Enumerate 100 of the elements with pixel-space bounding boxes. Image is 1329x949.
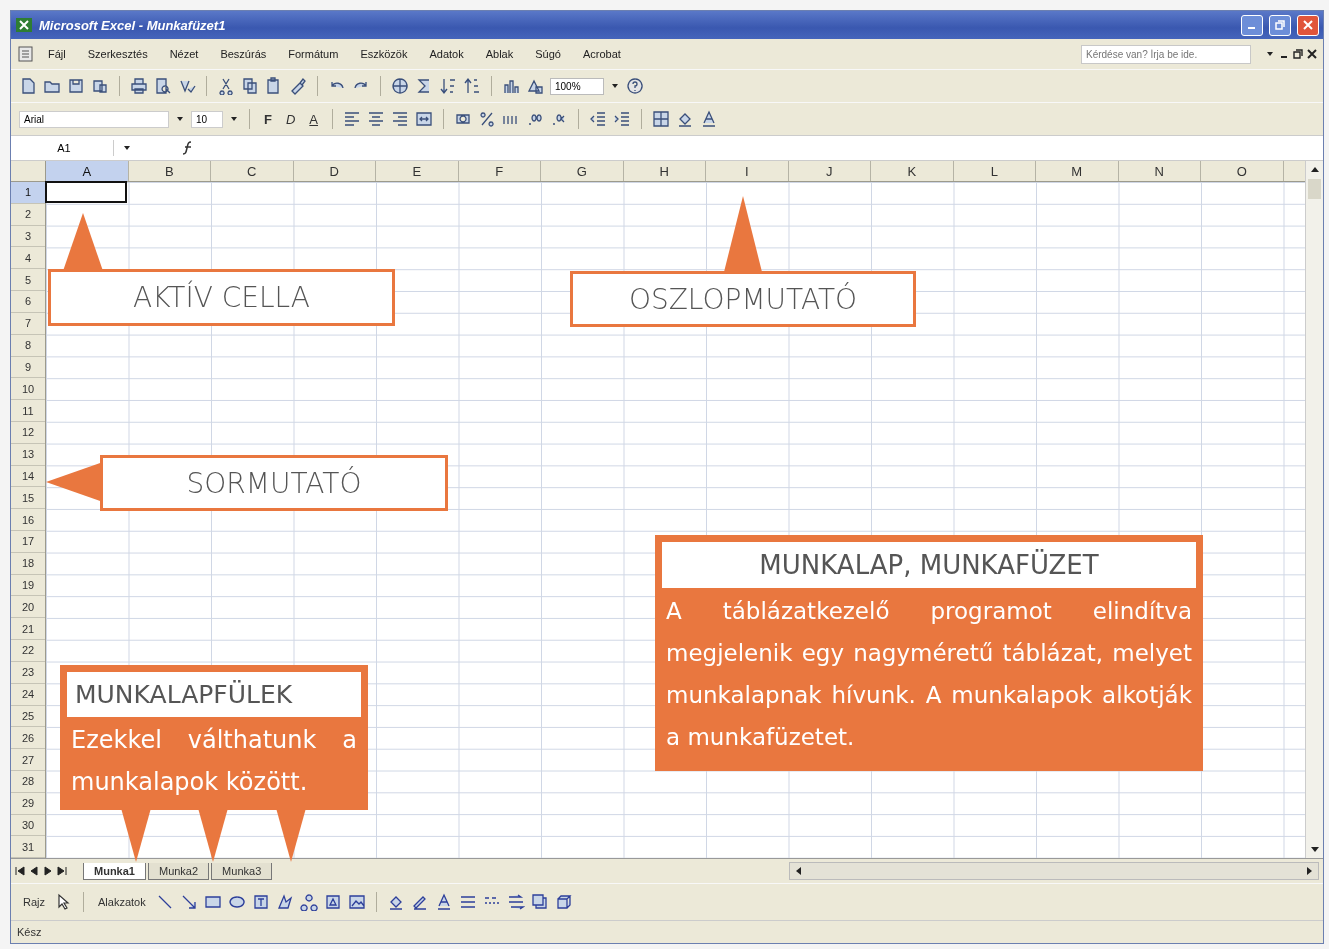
align-center-icon[interactable] <box>367 110 385 128</box>
menu-item[interactable]: Beszúrás <box>211 46 276 62</box>
menu-item[interactable]: Eszközök <box>351 46 417 62</box>
horizontal-scroll-bar[interactable] <box>789 862 1319 880</box>
arrow-style-icon[interactable] <box>506 893 525 911</box>
text-box-icon[interactable] <box>251 893 270 911</box>
row-header[interactable]: 26 <box>11 727 45 750</box>
column-header[interactable]: K <box>871 161 954 181</box>
help-icon[interactable] <box>626 77 644 95</box>
row-header[interactable]: 9 <box>11 356 45 379</box>
font-style-button[interactable]: F <box>260 111 276 127</box>
decrease-indent-icon[interactable] <box>589 110 607 128</box>
merge-cells-icon[interactable] <box>415 110 433 128</box>
brush-icon[interactable] <box>289 77 307 95</box>
menu-item[interactable]: Formátum <box>279 46 348 62</box>
scroll-up-icon[interactable] <box>1309 165 1320 175</box>
clip-art-icon[interactable] <box>323 893 342 911</box>
font-style-button[interactable]: A <box>305 111 322 127</box>
save-icon[interactable] <box>67 77 85 95</box>
column-header[interactable]: H <box>623 161 706 181</box>
menu-item[interactable]: Szerkesztés <box>78 46 157 62</box>
print-icon[interactable] <box>130 77 148 95</box>
row-header[interactable]: 19 <box>11 574 45 597</box>
permission-icon[interactable] <box>91 77 109 95</box>
sheet-tab[interactable]: Munka2 <box>147 862 210 880</box>
font-name-field[interactable]: Arial <box>19 110 169 128</box>
column-header[interactable]: M <box>1036 161 1119 181</box>
increase-indent-icon[interactable] <box>613 110 631 128</box>
sheet-tab[interactable]: Munka3 <box>211 862 273 880</box>
font-color-icon[interactable] <box>700 110 718 128</box>
row-header[interactable]: 8 <box>11 334 45 357</box>
minimize-button[interactable] <box>1241 14 1263 36</box>
copy-icon[interactable] <box>241 77 259 95</box>
help-question-field[interactable]: Kérdése van? Írja be ide. <box>1081 44 1251 64</box>
diagram-icon[interactable] <box>299 893 318 911</box>
column-header[interactable]: O <box>1201 161 1284 181</box>
scroll-down-icon[interactable] <box>1309 844 1320 854</box>
row-header[interactable]: 20 <box>11 596 45 619</box>
row-header[interactable]: 18 <box>11 552 45 575</box>
column-header[interactable]: I <box>706 161 789 181</box>
row-header[interactable]: 10 <box>11 378 45 401</box>
column-header[interactable]: J <box>788 161 871 181</box>
row-header[interactable]: 30 <box>11 814 45 837</box>
menu-item[interactable]: Fájl <box>39 46 75 62</box>
row-header[interactable]: 14 <box>11 465 45 488</box>
row-header[interactable]: 27 <box>11 749 45 771</box>
row-header[interactable]: 25 <box>11 705 45 728</box>
row-header[interactable]: 23 <box>11 661 45 684</box>
name-box[interactable]: A1 <box>15 140 114 156</box>
new-file-icon[interactable] <box>19 77 37 95</box>
menu-item[interactable]: Acrobat <box>573 46 630 62</box>
row-header[interactable]: 4 <box>11 247 45 270</box>
menu-item[interactable]: Adatok <box>420 46 473 62</box>
column-header[interactable]: G <box>541 161 624 181</box>
scroll-left-icon[interactable] <box>794 866 804 876</box>
row-header[interactable]: 1 <box>11 182 45 204</box>
row-header[interactable]: 24 <box>11 683 45 706</box>
chart-icon[interactable] <box>502 77 520 95</box>
column-header[interactable]: E <box>376 161 459 181</box>
column-header[interactable]: L <box>953 161 1036 181</box>
row-header[interactable]: 21 <box>11 618 45 641</box>
menu-item[interactable]: Ablak <box>476 46 523 62</box>
sheet-tab[interactable]: Munka1 <box>83 862 146 880</box>
align-left-icon[interactable] <box>343 110 361 128</box>
borders-icon[interactable] <box>652 110 670 128</box>
row-header[interactable]: 2 <box>11 203 45 226</box>
draw-menu[interactable]: Rajz <box>19 896 49 908</box>
shapes-menu[interactable]: Alakzatok <box>94 896 150 908</box>
percent-icon[interactable] <box>478 110 496 128</box>
font-style-button[interactable]: D <box>281 111 300 127</box>
row-header[interactable]: 11 <box>11 400 45 422</box>
row-header[interactable]: 12 <box>11 421 45 444</box>
sort-descending-icon[interactable] <box>463 77 481 95</box>
active-cell[interactable] <box>45 181 127 203</box>
close-button[interactable] <box>1297 14 1319 36</box>
print-preview-icon[interactable] <box>154 77 172 95</box>
column-header[interactable]: B <box>128 161 211 181</box>
align-right-icon[interactable] <box>391 110 409 128</box>
menu-item[interactable]: Nézet <box>160 46 208 62</box>
menu-item[interactable]: Súgó <box>526 46 570 62</box>
column-header[interactable]: A <box>46 161 129 181</box>
row-header[interactable]: 5 <box>11 269 45 292</box>
row-header[interactable]: 29 <box>11 792 45 815</box>
scissors-icon[interactable] <box>217 77 235 95</box>
zoom-field[interactable]: 100% <box>550 77 604 95</box>
wordart-icon[interactable] <box>275 893 294 911</box>
close-icon[interactable] <box>1307 49 1317 59</box>
row-header[interactable]: 28 <box>11 770 45 793</box>
image-icon[interactable] <box>347 893 366 911</box>
column-header[interactable]: D <box>293 161 376 181</box>
rectangle-icon[interactable] <box>203 893 222 911</box>
3d-icon[interactable] <box>554 893 573 911</box>
row-header[interactable]: 15 <box>11 487 45 510</box>
column-header[interactable]: F <box>458 161 541 181</box>
scroll-right-icon[interactable] <box>1304 866 1314 876</box>
shadow-icon[interactable] <box>530 893 549 911</box>
column-header[interactable]: N <box>1118 161 1201 181</box>
row-header[interactable]: 7 <box>11 312 45 335</box>
sort-ascending-icon[interactable] <box>439 77 457 95</box>
scroll-thumb[interactable] <box>1308 179 1321 199</box>
